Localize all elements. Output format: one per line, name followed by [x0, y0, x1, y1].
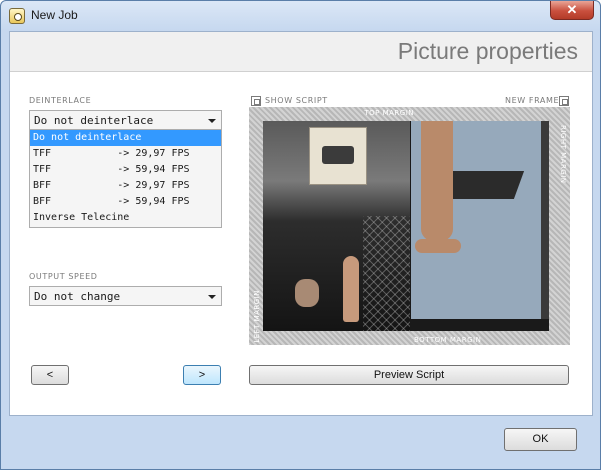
- bottom-margin-handle[interactable]: BOTTOM MARGIN: [414, 336, 481, 344]
- close-button[interactable]: ✕: [550, 1, 594, 20]
- new-job-window: New Job ✕ Picture properties DEINTERLACE…: [0, 0, 601, 470]
- app-icon: [9, 8, 25, 24]
- chevron-down-icon[interactable]: [208, 295, 216, 299]
- frame-edge: [411, 319, 549, 331]
- fighter-figure: [343, 256, 359, 322]
- harley-banner-image: [309, 127, 367, 185]
- next-button[interactable]: >: [183, 365, 221, 385]
- leg-image: [421, 121, 453, 241]
- title-bar: New Job ✕: [1, 1, 600, 31]
- deinterlace-option[interactable]: Do not deinterlace: [30, 130, 221, 146]
- cage-net: [363, 216, 410, 331]
- dialog-content: Picture properties DEINTERLACE Do not de…: [9, 31, 593, 416]
- left-margin-handle[interactable]: LEFT MARGIN: [253, 290, 261, 343]
- fighter-figure: [295, 279, 319, 307]
- top-margin-handle[interactable]: TOP MARGIN: [364, 109, 414, 117]
- close-icon: ✕: [566, 2, 578, 17]
- window-title: New Job: [31, 8, 78, 22]
- dialog-footer: OK: [1, 416, 600, 469]
- ok-button[interactable]: OK: [504, 428, 577, 451]
- page-title: Picture properties: [397, 38, 578, 64]
- deinterlace-option[interactable]: Inverse Telecine: [30, 210, 221, 226]
- right-margin-handle[interactable]: RIGHT MARGIN: [559, 125, 567, 184]
- output-speed-dropdown[interactable]: Do not change: [29, 286, 222, 306]
- deinterlace-options-list[interactable]: Do not deinterlace TFF -> 29,97 FPS TFF …: [29, 130, 222, 228]
- output-speed-label: OUTPUT SPEED: [29, 272, 98, 281]
- preview-frame: TOP MARGIN BOTTOM MARGIN LEFT MARGIN RIG…: [249, 107, 570, 345]
- deinterlace-option[interactable]: BFF -> 59,94 FPS: [30, 194, 221, 210]
- output-speed-selected-value: Do not change: [34, 290, 121, 303]
- deinterlace-option[interactable]: BFF -> 29,97 FPS: [30, 178, 221, 194]
- deinterlace-option[interactable]: TFF -> 29,97 FPS: [30, 146, 221, 162]
- preview-right-frame: [411, 121, 549, 331]
- previous-button[interactable]: <: [31, 365, 69, 385]
- show-script-checkbox[interactable]: [251, 96, 261, 106]
- preview-script-button[interactable]: Preview Script: [249, 365, 569, 385]
- deinterlace-option[interactable]: TFF -> 59,94 FPS: [30, 162, 221, 178]
- new-frame-checkbox[interactable]: [559, 96, 569, 106]
- page-header: Picture properties: [10, 32, 592, 72]
- new-frame-label: NEW FRAME: [505, 96, 560, 105]
- deinterlace-selected-value: Do not deinterlace: [34, 114, 154, 127]
- show-script-label: SHOW SCRIPT: [265, 96, 328, 105]
- preview-left-frame: [263, 121, 410, 331]
- deinterlace-dropdown[interactable]: Do not deinterlace: [29, 110, 222, 130]
- deinterlace-label: DEINTERLACE: [29, 96, 92, 105]
- chevron-down-icon[interactable]: [208, 119, 216, 123]
- video-preview-image: [263, 121, 549, 331]
- foot-image: [415, 239, 461, 253]
- fence-image: [541, 121, 549, 331]
